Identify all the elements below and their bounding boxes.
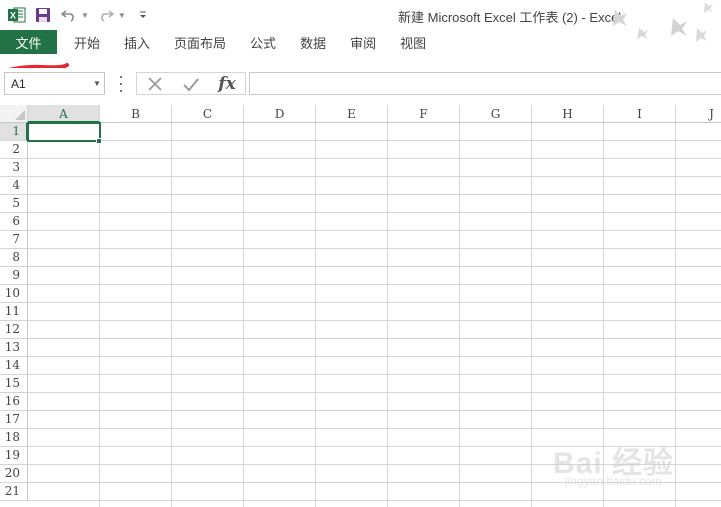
enter-check-icon[interactable] [177, 73, 205, 94]
column-header-d[interactable]: D [244, 105, 316, 123]
row-header-13[interactable]: 13 [0, 339, 28, 357]
tab-home[interactable]: 开始 [62, 30, 112, 54]
window-title: 新建 Microsoft Excel 工作表 (2) - Excel [398, 10, 622, 25]
grip-handle-icon[interactable] [116, 76, 126, 92]
watermark-url: jingyan.baidu.com [565, 474, 662, 488]
cancel-icon[interactable] [141, 73, 169, 94]
undo-icon[interactable] [58, 5, 80, 25]
tab-page-layout[interactable]: 页面布局 [162, 30, 238, 54]
row-header-9[interactable]: 9 [0, 267, 28, 285]
select-all-button[interactable] [0, 105, 28, 123]
tab-insert[interactable]: 插入 [112, 30, 162, 54]
tab-file[interactable]: 文件 [0, 30, 57, 54]
column-header-h[interactable]: H [532, 105, 604, 123]
row-header-18[interactable]: 18 [0, 429, 28, 447]
column-header-c[interactable]: C [172, 105, 244, 123]
formula-buttons: fx [136, 72, 246, 95]
row-header-3[interactable]: 3 [0, 159, 28, 177]
row-header-19[interactable]: 19 [0, 447, 28, 465]
tab-data[interactable]: 数据 [288, 30, 338, 54]
column-header-i[interactable]: I [604, 105, 676, 123]
formula-bar-row: A1 ▼ fx [0, 68, 721, 100]
column-header-a[interactable]: A [28, 105, 100, 123]
column-header-b[interactable]: B [100, 105, 172, 123]
row-header-6[interactable]: 6 [0, 213, 28, 231]
name-box[interactable]: A1 ▼ [4, 72, 105, 95]
row-header-8[interactable]: 8 [0, 249, 28, 267]
save-icon[interactable] [32, 5, 54, 25]
row-header-2[interactable]: 2 [0, 141, 28, 159]
quick-access-toolbar: X ▼ ▼ [6, 5, 158, 25]
customize-qat-icon[interactable] [132, 5, 154, 25]
row-header-17[interactable]: 17 [0, 411, 28, 429]
row-header-7[interactable]: 7 [0, 231, 28, 249]
row-header-16[interactable]: 16 [0, 393, 28, 411]
name-box-dropdown-icon[interactable]: ▼ [90, 79, 104, 88]
row-header-10[interactable]: 10 [0, 285, 28, 303]
excel-logo-icon[interactable]: X [6, 5, 28, 25]
ribbon-tabs: 文件 开始 插入 页面布局 公式 数据 审阅 视图 [0, 30, 721, 54]
baidu-watermark: Bai 经验 jingyan.baidu.com [553, 428, 718, 498]
row-header-12[interactable]: 12 [0, 321, 28, 339]
row-header-11[interactable]: 11 [0, 303, 28, 321]
row-header-5[interactable]: 5 [0, 195, 28, 213]
redo-icon[interactable] [95, 5, 117, 25]
redo-dropdown-icon[interactable]: ▼ [118, 11, 126, 20]
insert-function-button[interactable]: fx [213, 73, 241, 94]
tab-formulas[interactable]: 公式 [238, 30, 288, 54]
row-header-15[interactable]: 15 [0, 375, 28, 393]
column-header-f[interactable]: F [388, 105, 460, 123]
formula-input[interactable] [249, 72, 721, 95]
column-header-j[interactable]: J [676, 105, 721, 123]
row-header-14[interactable]: 14 [0, 357, 28, 375]
svg-text:X: X [10, 11, 16, 21]
tab-view[interactable]: 视图 [388, 30, 438, 54]
row-header-21[interactable]: 21 [0, 483, 28, 501]
title-bar: X ▼ ▼ 新建 Microsoft Excel 工作表 (2) - Excel [0, 0, 721, 42]
row-header-1[interactable]: 1 [0, 123, 28, 141]
column-header-e[interactable]: E [316, 105, 388, 123]
row-header-4[interactable]: 4 [0, 177, 28, 195]
row-headers: 1 2 3 4 5 6 7 8 9 10 11 12 13 14 15 16 17 18 19 20 21 [0, 123, 28, 501]
column-headers: ABCDEFGHIJ [28, 105, 721, 123]
fill-handle[interactable] [96, 138, 102, 144]
undo-dropdown-icon[interactable]: ▼ [81, 11, 89, 20]
name-box-value: A1 [11, 76, 26, 91]
column-header-g[interactable]: G [460, 105, 532, 123]
tab-review[interactable]: 审阅 [338, 30, 388, 54]
row-header-20[interactable]: 20 [0, 465, 28, 483]
active-cell-a1[interactable] [27, 122, 101, 142]
